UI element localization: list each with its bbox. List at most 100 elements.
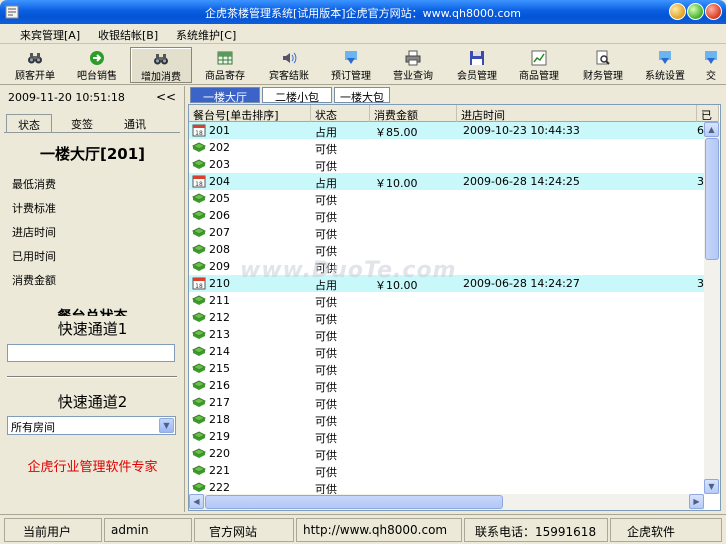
table-row[interactable]: 206 可供 (189, 207, 704, 224)
row-status: 可供 (315, 398, 337, 411)
table-row[interactable]: 215 可供 (189, 360, 704, 377)
available-table-icon (192, 482, 206, 492)
contact-phone: 联系电话：15991618 (464, 518, 608, 542)
available-table-icon (192, 465, 206, 475)
grid-header: 餐台号[单击排序] 状态 消费金额 进店时间 已 (189, 105, 719, 122)
row-status: 占用 (315, 126, 337, 139)
row-table-number: 217 (209, 396, 230, 409)
tab-change[interactable]: 变签 (58, 114, 106, 133)
room-filter-select[interactable]: 所有房间 ▼ (7, 416, 176, 435)
maximize-button[interactable] (687, 3, 704, 20)
row-status: 占用 (315, 177, 337, 190)
company-slogan: 企虎行业管理软件专家 (27, 460, 158, 475)
floppy-icon (470, 51, 484, 65)
row-table-number: 216 (209, 379, 230, 392)
col-table-number[interactable]: 餐台号[单击排序] (189, 105, 311, 122)
col-status[interactable]: 状态 (311, 105, 370, 122)
grid-icon (217, 51, 233, 65)
available-table-icon (192, 227, 206, 237)
table-row[interactable]: 203 可供 (189, 156, 704, 173)
table-row[interactable]: 205 可供 (189, 190, 704, 207)
guest-checkout-button[interactable]: 宾客结账 (258, 47, 320, 83)
goods-management-button[interactable]: 商品管理 (508, 47, 570, 83)
occupied-calendar-icon: 18 (192, 277, 206, 290)
available-table-icon (192, 210, 206, 220)
finance-management-button[interactable]: 财务管理 (572, 47, 634, 83)
row-table-number: 203 (209, 158, 230, 171)
table-row[interactable]: 207 可供 (189, 224, 704, 241)
member-management-button[interactable]: 会员管理 (446, 47, 508, 83)
system-settings-button[interactable]: 系统设置 (634, 47, 696, 83)
menu-checkout[interactable]: 收银结帐[B] (98, 27, 158, 43)
chart-icon (531, 50, 547, 66)
horizontal-scrollbar[interactable]: ◀ ▶ (189, 494, 704, 510)
table-row[interactable]: 202 可供 (189, 139, 704, 156)
quick-channel-1-input[interactable] (7, 344, 175, 362)
scroll-up-icon[interactable]: ▲ (704, 122, 719, 137)
table-row[interactable]: 212 可供 (189, 309, 704, 326)
occupied-calendar-icon: 18 (192, 175, 206, 188)
table-row[interactable]: 216 可供 (189, 377, 704, 394)
row-status: 可供 (315, 381, 337, 394)
horizontal-scroll-thumb[interactable] (205, 495, 503, 509)
vertical-scrollbar[interactable]: ▲ ▼ (704, 122, 720, 494)
row-status: 可供 (315, 228, 337, 241)
tab-floor2-small[interactable]: 二楼小包 (262, 87, 332, 104)
col-extra[interactable]: 已 (697, 105, 719, 122)
col-checkin-time[interactable]: 进店时间 (457, 105, 697, 122)
tab-floor1-large[interactable]: 一楼大包 (334, 87, 390, 104)
printer-icon (405, 50, 421, 66)
scroll-left-icon[interactable]: ◀ (189, 494, 204, 509)
table-row[interactable]: 218 可供 (189, 411, 704, 428)
table-row[interactable]: 217 可供 (189, 394, 704, 411)
quick-channel-1-label: 快速通道1 (57, 320, 128, 338)
available-table-icon (192, 448, 206, 458)
table-row[interactable]: 214 可供 (189, 343, 704, 360)
table-row[interactable]: 211 可供 (189, 292, 704, 309)
minimize-button[interactable] (669, 3, 686, 20)
table-row[interactable]: 18204占用￥10.002009-06-28 14:24:2534 (189, 173, 711, 190)
add-consumption-button[interactable]: 增加消费 (130, 47, 192, 83)
row-table-number: 204 (209, 175, 230, 188)
row-status: 可供 (315, 143, 337, 156)
tab-status[interactable]: 状态 (6, 114, 52, 133)
row-status: 可供 (315, 160, 337, 173)
binoculars-icon (154, 54, 168, 65)
official-site-link[interactable]: http://www.qh8000.com (296, 518, 462, 542)
row-status: 可供 (315, 415, 337, 428)
table-row[interactable]: 213 可供 (189, 326, 704, 343)
tab-communication[interactable]: 通讯 (110, 114, 160, 133)
goods-storage-button[interactable]: 商品寄存 (194, 47, 256, 83)
row-table-number: 205 (209, 192, 230, 205)
scroll-right-icon[interactable]: ▶ (689, 494, 704, 509)
menu-guest[interactable]: 来宾管理[A] (20, 27, 80, 43)
col-amount[interactable]: 消费金额 (370, 105, 457, 122)
row-table-number: 220 (209, 447, 230, 460)
row-table-number: 219 (209, 430, 230, 443)
chevron-down-icon[interactable]: ▼ (159, 418, 174, 433)
divider (7, 376, 177, 378)
table-row[interactable]: 219 可供 (189, 428, 704, 445)
status-bar: 当前用户 admin 官方网站 http://www.qh8000.com 联系… (0, 514, 726, 544)
business-query-button[interactable]: 营业查询 (382, 47, 444, 83)
row-amount: ￥10.00 (375, 177, 418, 190)
scroll-down-icon[interactable]: ▼ (704, 479, 719, 494)
collapse-panel-button[interactable]: << (156, 90, 176, 104)
table-row[interactable]: 220 可供 (189, 445, 704, 462)
available-table-icon (192, 295, 206, 305)
row-table-number: 208 (209, 243, 230, 256)
table-row[interactable]: 208 可供 (189, 241, 704, 258)
table-row[interactable]: 18 201 占用 ￥85.00 2009-10-23 10:44:33 6 (189, 122, 704, 139)
tab-floor1-hall[interactable]: 一楼大厅 (190, 87, 260, 104)
close-button[interactable] (705, 3, 722, 20)
quick-channel-2-label: 快速通道2 (57, 393, 128, 411)
bar-sales-button[interactable]: 吧台销售 (66, 47, 128, 83)
row-table-number: 214 (209, 345, 230, 358)
shift-button[interactable]: 交 (696, 47, 726, 83)
reservation-button[interactable]: 预订管理 (320, 47, 382, 83)
row-table-number: 221 (209, 464, 230, 477)
vertical-scroll-thumb[interactable] (705, 138, 719, 260)
menu-system[interactable]: 系统维护[C] (176, 27, 236, 43)
open-order-button[interactable]: 顾客开单 (4, 47, 66, 83)
table-row[interactable]: 221 可供 (189, 462, 704, 479)
